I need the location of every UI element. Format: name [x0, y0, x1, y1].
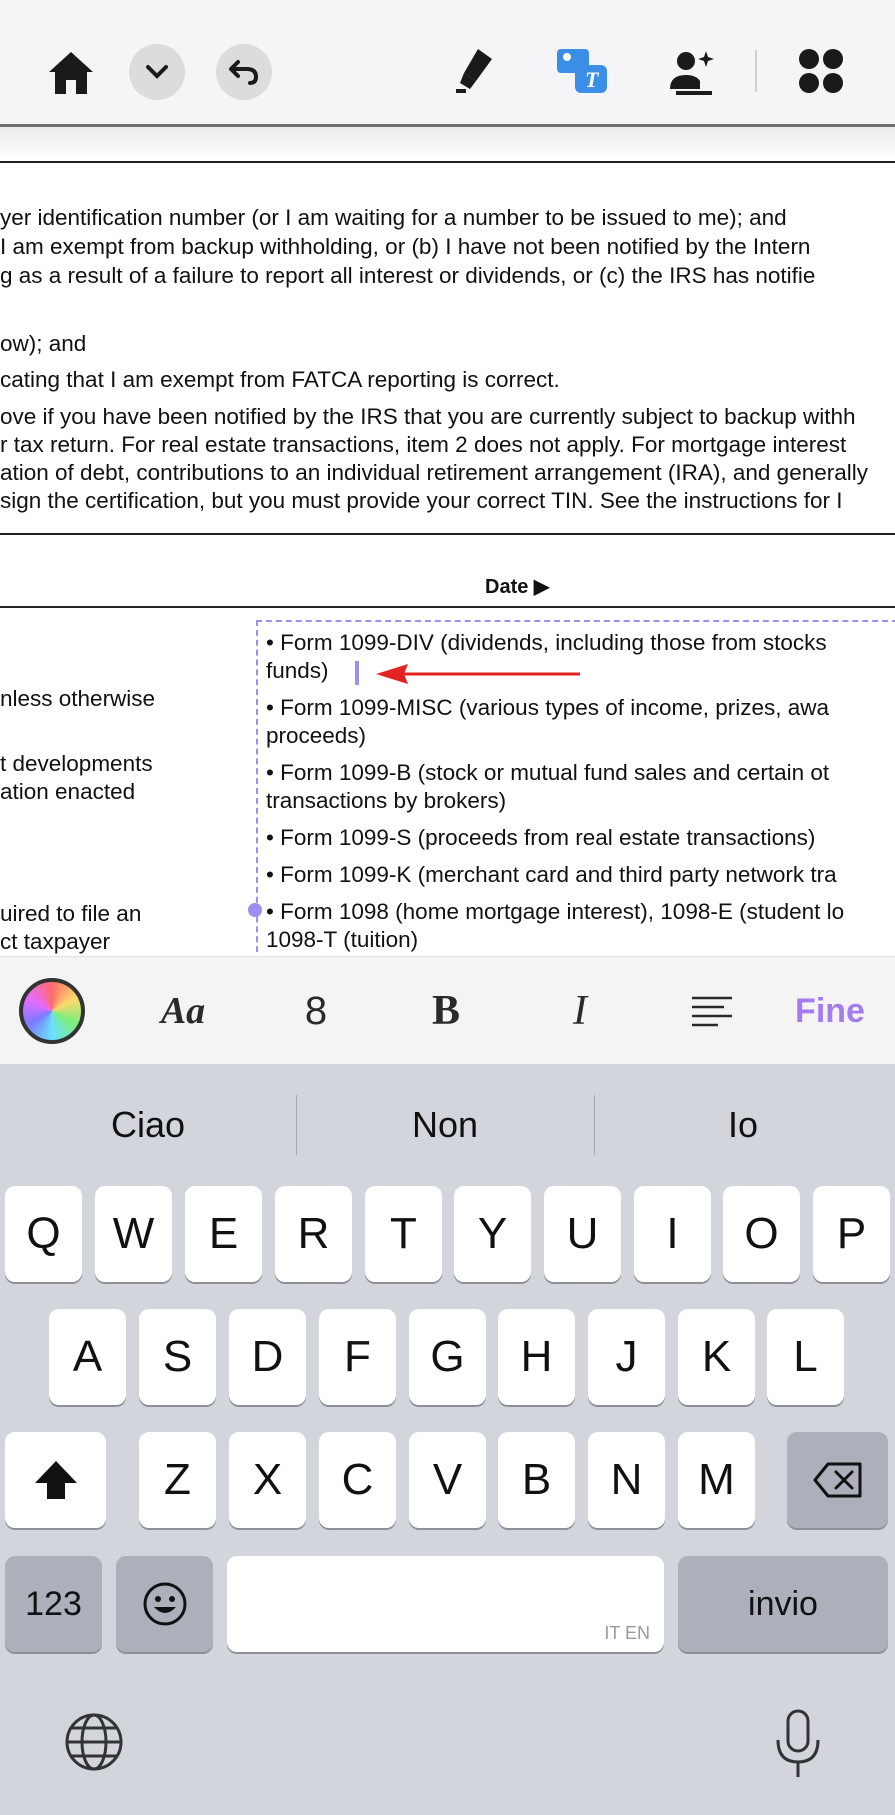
- align-left-icon[interactable]: [670, 957, 754, 1065]
- textbox-line: transactions by brokers): [266, 788, 507, 813]
- textbox-line: • Form 1099-DIV (dividends, including th…: [266, 630, 827, 655]
- doc-line: yer identification number (or I am waiti…: [0, 205, 787, 230]
- globe-icon[interactable]: [62, 1710, 126, 1774]
- grid-menu-icon[interactable]: [796, 46, 846, 96]
- undo-icon[interactable]: [216, 44, 272, 100]
- left-column-text: t developments: [0, 751, 153, 776]
- key[interactable]: W: [95, 1186, 172, 1282]
- key[interactable]: G: [409, 1309, 486, 1405]
- home-icon[interactable]: [44, 46, 98, 100]
- key[interactable]: F: [319, 1309, 396, 1405]
- key[interactable]: T: [365, 1186, 442, 1282]
- key[interactable]: B: [498, 1432, 575, 1528]
- textbox-line: funds): [266, 658, 329, 683]
- font-size-button[interactable]: 8: [276, 957, 356, 1065]
- textbox-line: • Form 1099-MISC (various types of incom…: [266, 695, 830, 720]
- key[interactable]: H: [498, 1309, 575, 1405]
- key[interactable]: V: [409, 1432, 486, 1528]
- divider: [0, 161, 895, 163]
- numbers-key[interactable]: 123: [5, 1556, 102, 1652]
- left-column-text: nless otherwise: [0, 686, 156, 711]
- key[interactable]: L: [767, 1309, 844, 1405]
- doc-line: ow); and: [0, 331, 87, 356]
- date-label: Date ▶: [485, 576, 550, 598]
- key[interactable]: U: [544, 1186, 621, 1282]
- toolbar-separator: [755, 50, 757, 92]
- key[interactable]: Q: [5, 1186, 82, 1282]
- highlighter-icon[interactable]: [448, 44, 500, 98]
- textbox-line: • Form 1098 (home mortgage interest), 10…: [266, 899, 845, 924]
- key[interactable]: Y: [454, 1186, 531, 1282]
- svg-text:T: T: [585, 67, 600, 92]
- suggestion-item[interactable]: Ciao: [0, 1095, 296, 1155]
- font-button[interactable]: Aa: [140, 957, 226, 1065]
- key[interactable]: J: [588, 1309, 665, 1405]
- shift-icon: [34, 1461, 77, 1499]
- suggestion-item[interactable]: Io: [595, 1095, 891, 1155]
- doc-line: sign the certification, but you must pro…: [0, 488, 843, 513]
- text-image-icon[interactable]: T: [554, 44, 610, 98]
- left-column-text: uired to file an: [0, 901, 142, 926]
- left-column-text: ation enacted: [0, 779, 136, 804]
- chevron-down-icon[interactable]: [129, 44, 185, 100]
- key[interactable]: K: [678, 1309, 755, 1405]
- key[interactable]: O: [723, 1186, 800, 1282]
- key[interactable]: A: [49, 1309, 126, 1405]
- backspace-key[interactable]: [787, 1432, 888, 1528]
- bold-button[interactable]: B: [406, 957, 486, 1065]
- add-signature-icon[interactable]: [664, 44, 720, 98]
- italic-button[interactable]: I: [540, 957, 620, 1065]
- resize-handle[interactable]: [248, 903, 262, 917]
- key[interactable]: Z: [139, 1432, 216, 1528]
- suggestion-item[interactable]: Non: [297, 1095, 593, 1155]
- red-arrow-annotation: [374, 660, 584, 693]
- shift-key[interactable]: [5, 1432, 106, 1528]
- emoji-key[interactable]: [116, 1556, 213, 1652]
- return-key[interactable]: invio: [678, 1556, 888, 1652]
- color-picker-icon[interactable]: [14, 957, 90, 1065]
- textbox-line: proceeds): [266, 723, 367, 748]
- key[interactable]: R: [275, 1186, 352, 1282]
- doc-line: ation of debt, contributions to an indiv…: [0, 460, 868, 485]
- left-column-text: ct taxpayer: [0, 929, 111, 954]
- key[interactable]: M: [678, 1432, 755, 1528]
- text-format-bar: Aa 8 B I Fine: [0, 956, 895, 1065]
- text-cursor: [355, 661, 359, 685]
- doc-line: cating that I am exempt from FATCA repor…: [0, 367, 560, 392]
- divider: [0, 606, 895, 608]
- toolbar-shadow: [0, 127, 895, 161]
- space-key[interactable]: IT EN: [227, 1556, 664, 1652]
- doc-line: r tax return. For real estate transactio…: [0, 432, 847, 457]
- key[interactable]: S: [139, 1309, 216, 1405]
- top-toolbar: T: [0, 0, 895, 127]
- textbox-line: • Form 1099-S (proceeds from real estate…: [266, 825, 816, 850]
- backspace-icon: [813, 1462, 861, 1498]
- key[interactable]: D: [229, 1309, 306, 1405]
- divider: [0, 533, 895, 535]
- textbox-line: • Form 1099-B (stock or mutual fund sale…: [266, 760, 830, 785]
- doc-line: g as a result of a failure to report all…: [0, 263, 816, 288]
- textbox-line: • Form 1099-K (merchant card and third p…: [266, 862, 837, 887]
- doc-line: I am exempt from backup withholding, or …: [0, 234, 811, 259]
- done-button[interactable]: Fine: [780, 957, 880, 1065]
- key[interactable]: I: [634, 1186, 711, 1282]
- key[interactable]: E: [185, 1186, 262, 1282]
- key[interactable]: N: [588, 1432, 665, 1528]
- space-language-label: IT EN: [604, 1623, 650, 1643]
- key[interactable]: P: [813, 1186, 890, 1282]
- textbox-line: 1098-T (tuition): [266, 927, 419, 952]
- doc-line: ove if you have been notified by the IRS…: [0, 404, 856, 429]
- emoji-icon: [143, 1582, 186, 1626]
- microphone-icon[interactable]: [770, 1706, 826, 1782]
- key[interactable]: C: [319, 1432, 396, 1528]
- key[interactable]: X: [229, 1432, 306, 1528]
